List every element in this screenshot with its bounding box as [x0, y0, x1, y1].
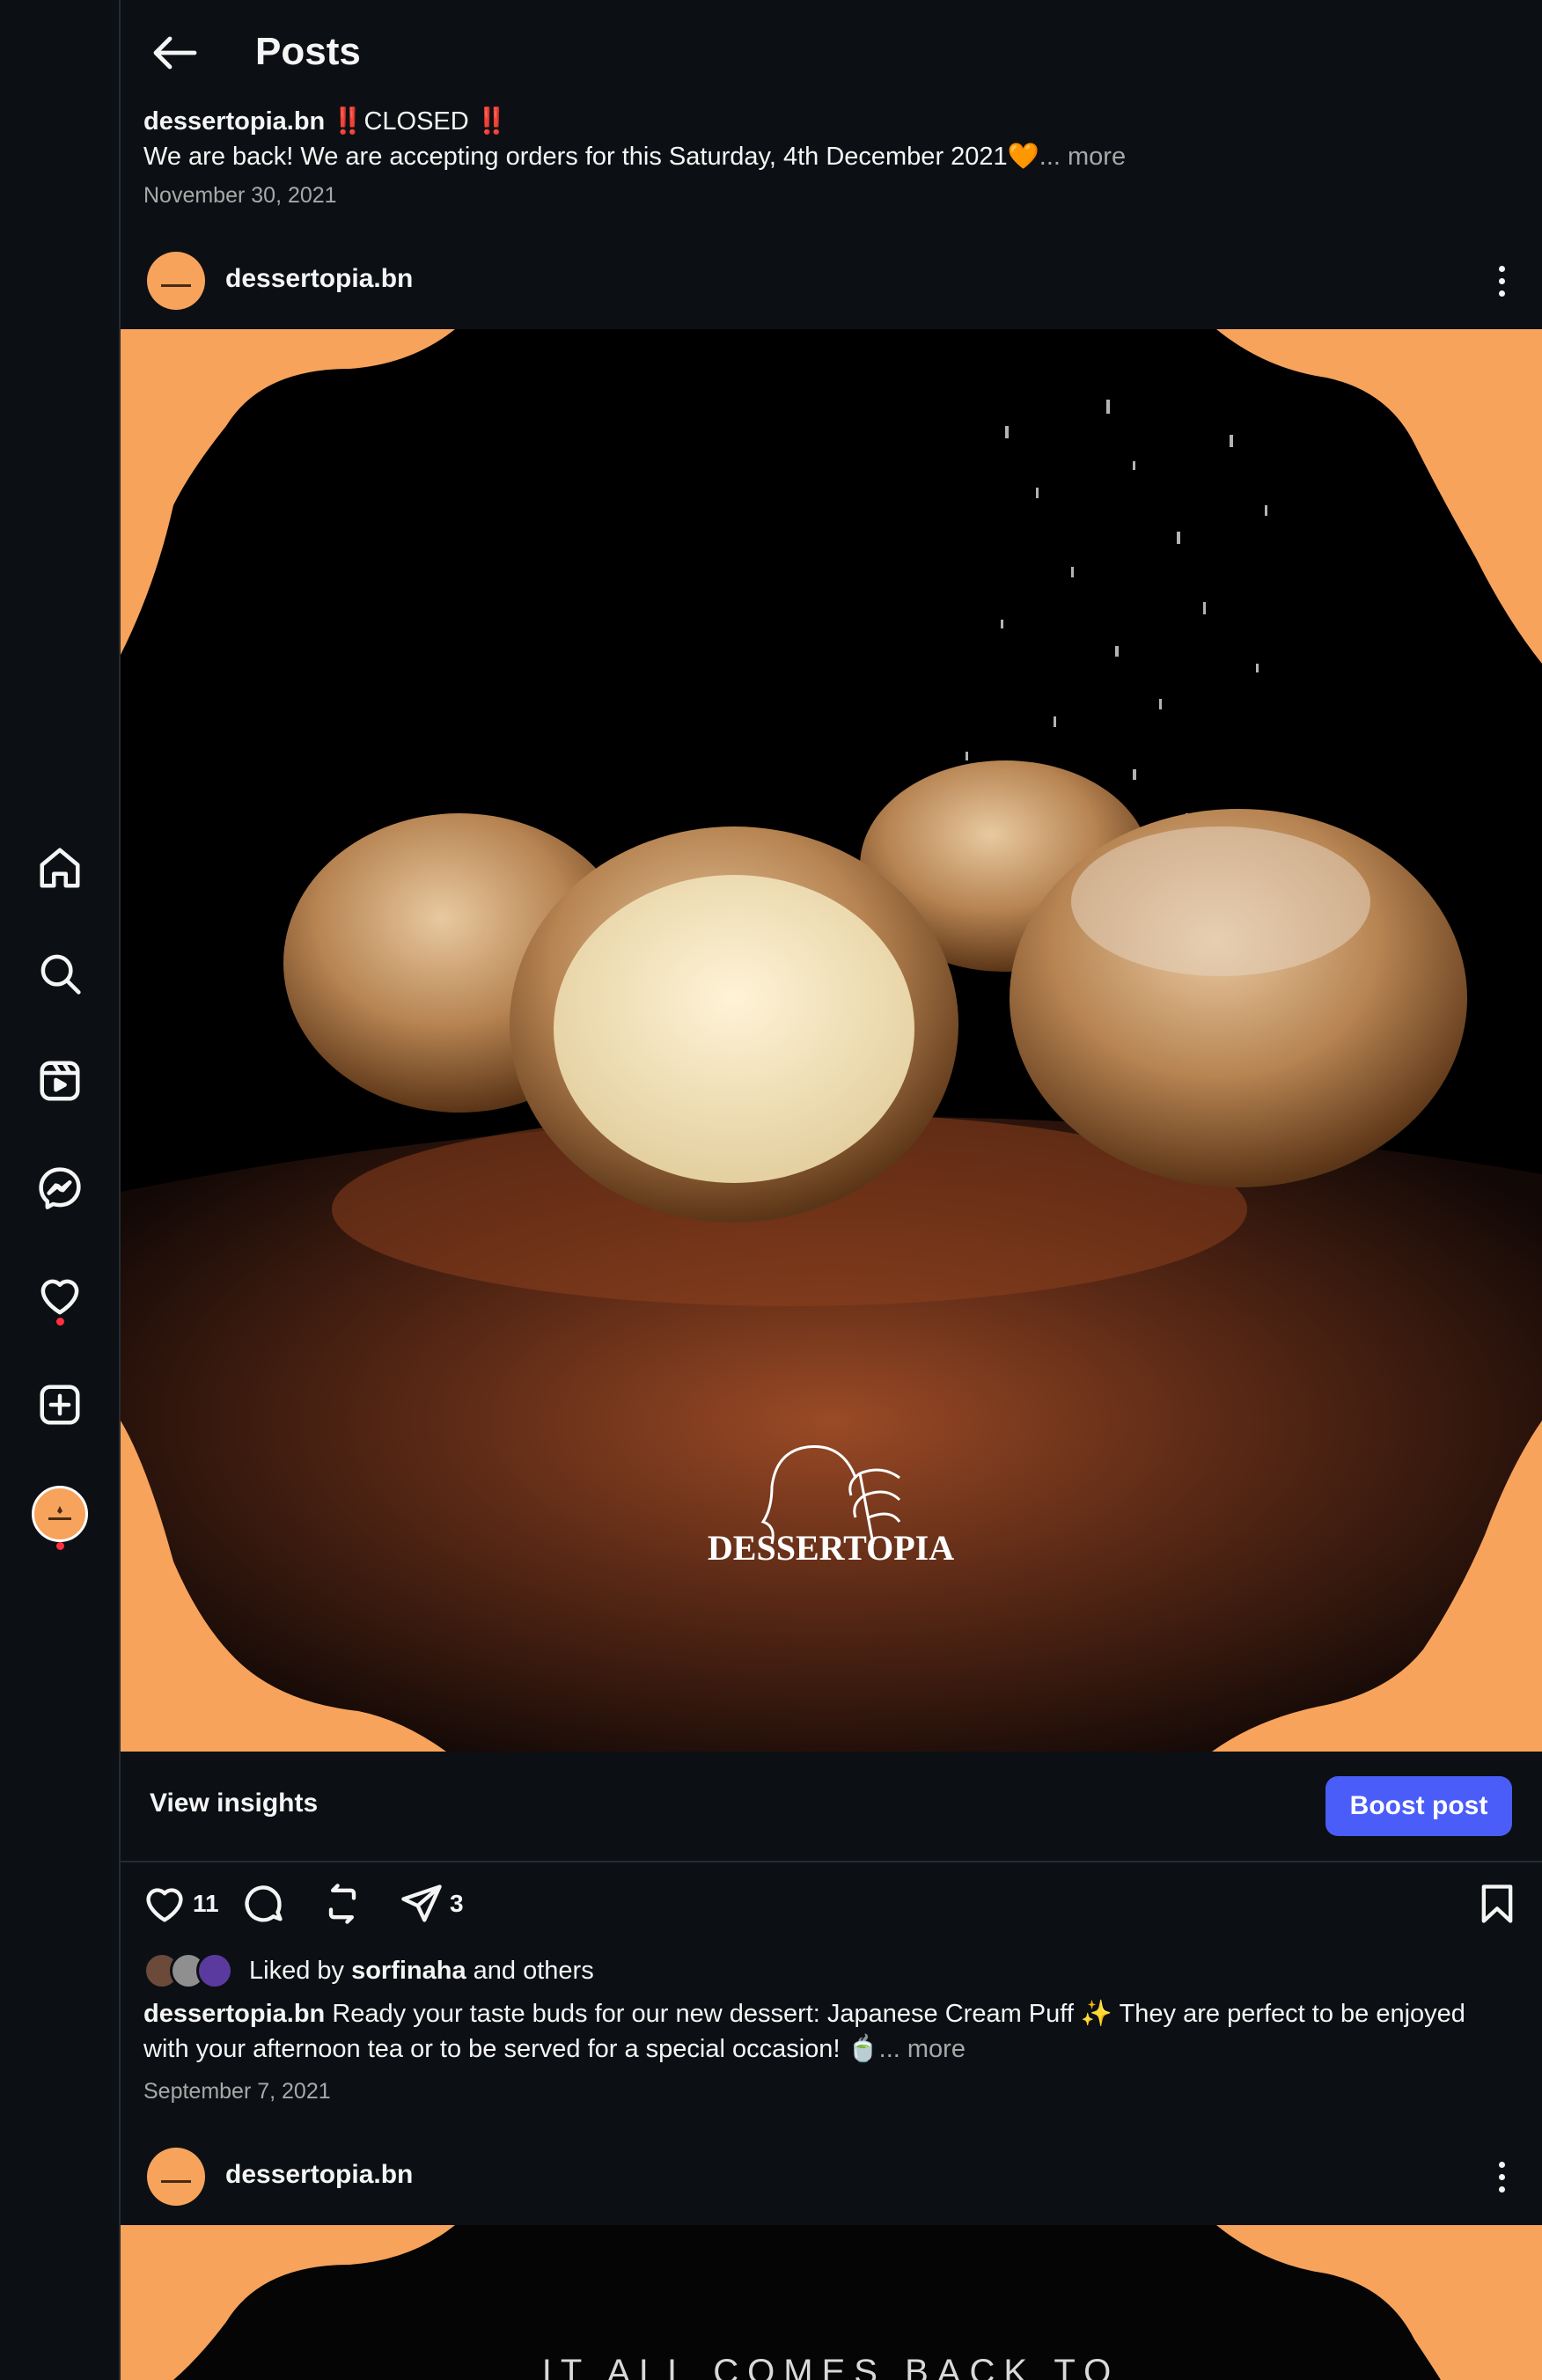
post-username[interactable]: dessertopia.bn: [225, 264, 413, 294]
messenger-icon[interactable]: [32, 1160, 88, 1216]
liked-by-avatars[interactable]: [143, 1950, 239, 1991]
caption-text: We are back! We are accepting orders for…: [143, 143, 1039, 171]
posts-feed: Posts dessertopia.bn ‼️CLOSED ‼️ We are …: [121, 0, 1542, 2380]
profile-avatar[interactable]: [32, 1486, 88, 1542]
notifications-heart-icon[interactable]: [32, 1267, 88, 1324]
arrow-left-icon: [153, 36, 197, 70]
back-button[interactable]: [149, 26, 202, 79]
liked-by-row: Liked by sorfinaha and others: [143, 1950, 594, 1991]
avatar: [196, 1952, 233, 1989]
liked-by-suffix[interactable]: and others: [474, 1957, 594, 1986]
image-logo-text: DESSERTOPIA: [708, 1528, 954, 1568]
more-options-icon[interactable]: [1484, 2156, 1519, 2197]
page-title: Posts: [255, 30, 361, 73]
post-header: dessertopia.bn: [121, 2137, 1542, 2216]
more-link[interactable]: ... more: [879, 2035, 966, 2063]
next-post-photo: IT ALL COMES BACK TO: [121, 2225, 1542, 2380]
liked-by-user[interactable]: sorfinaha: [351, 1957, 466, 1986]
post-username[interactable]: dessertopia.bn: [225, 2160, 413, 2190]
heart-icon: [146, 1888, 183, 1922]
post-header: dessertopia.bn: [121, 241, 1542, 320]
post-image[interactable]: DESSERTOPIA: [121, 329, 1542, 1752]
comment-button[interactable]: [240, 1875, 286, 1933]
share-count: 3: [450, 1890, 464, 1917]
cream-puff-photo: DESSERTOPIA: [121, 329, 1542, 1752]
avatar[interactable]: [147, 252, 205, 310]
caption-text: Ready your taste buds for our new desser…: [143, 2000, 1465, 2063]
previous-post-caption: dessertopia.bn ‼️CLOSED ‼️ We are back! …: [143, 104, 1516, 174]
dessertopia-logo-icon: [48, 1506, 71, 1520]
post-image[interactable]: IT ALL COMES BACK TO: [121, 2225, 1542, 2380]
post-date: November 30, 2021: [143, 183, 337, 208]
next-post-image-text: IT ALL COMES BACK TO: [542, 2353, 1120, 2380]
like-count: 11: [193, 1890, 219, 1917]
view-insights-link[interactable]: View insights: [150, 1789, 318, 1818]
repost-button[interactable]: [319, 1875, 365, 1933]
save-button[interactable]: [1474, 1875, 1520, 1933]
post-date: September 7, 2021: [143, 2079, 331, 2104]
comment-icon: [245, 1885, 283, 1922]
bookmark-icon: [1481, 1884, 1513, 1923]
like-button[interactable]: 11: [142, 1875, 219, 1933]
share-button[interactable]: 3: [399, 1875, 464, 1933]
more-options-icon[interactable]: [1484, 261, 1519, 301]
liked-by-prefix: Liked by: [249, 1956, 345, 1985]
reels-icon[interactable]: [32, 1053, 88, 1109]
insights-row: View insights Boost post: [121, 1752, 1542, 1862]
profile-notification-dot: [56, 1542, 64, 1550]
notification-dot: [56, 1318, 64, 1326]
avatar[interactable]: [147, 2148, 205, 2206]
home-icon[interactable]: [32, 840, 88, 896]
search-icon[interactable]: [32, 945, 88, 1002]
caption-username[interactable]: dessertopia.bn: [143, 2000, 325, 2028]
repost-icon: [328, 1884, 356, 1924]
boost-post-button[interactable]: Boost post: [1325, 1776, 1512, 1836]
caption-username[interactable]: dessertopia.bn: [143, 107, 325, 136]
post-actions: 11 3: [121, 1875, 1542, 1933]
post-caption: dessertopia.bn Ready your taste buds for…: [143, 1996, 1516, 2067]
create-icon[interactable]: [32, 1377, 88, 1433]
caption-title: ‼️CLOSED ‼️: [332, 107, 508, 136]
page-header: Posts: [121, 0, 1542, 106]
sidebar-nav: [0, 0, 121, 2380]
paper-plane-icon: [401, 1884, 442, 1922]
more-link[interactable]: ... more: [1039, 143, 1126, 171]
